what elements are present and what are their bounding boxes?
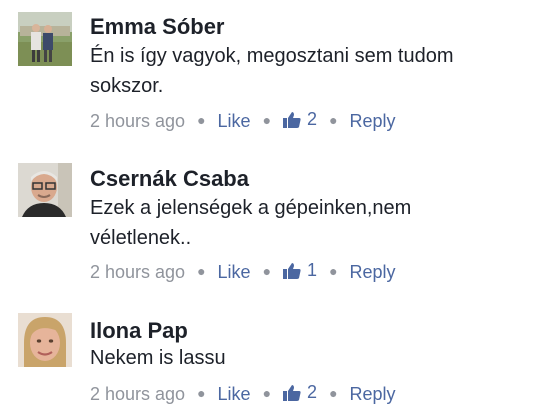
separator-dot: ● bbox=[329, 263, 338, 279]
comment-text: Én is így vagyok, megosztani sem tudom s… bbox=[90, 45, 454, 97]
separator-dot: ● bbox=[329, 385, 338, 401]
comment-author[interactable]: Emma Sóber bbox=[90, 14, 225, 40]
thumbs-up-icon bbox=[283, 263, 301, 279]
reply-button[interactable]: Reply bbox=[350, 262, 396, 282]
like-count[interactable]: 2 bbox=[283, 108, 317, 130]
timestamp[interactable]: 2 hours ago bbox=[90, 262, 185, 282]
like-button[interactable]: Like bbox=[218, 111, 251, 131]
comment-text: Nekem is lassu bbox=[90, 347, 226, 369]
like-button[interactable]: Like bbox=[218, 262, 251, 282]
like-count-value: 2 bbox=[307, 109, 318, 129]
comment-actions: 2 hours ago ● Like ● 2 ● Reply bbox=[90, 381, 396, 406]
like-count-value: 1 bbox=[307, 260, 318, 280]
separator-dot: ● bbox=[262, 263, 272, 279]
like-count-value: 2 bbox=[307, 382, 318, 402]
thumbs-up-icon bbox=[283, 385, 301, 401]
timestamp[interactable]: 2 hours ago bbox=[90, 111, 185, 131]
comment-actions: 2 hours ago ● Like ● 2 ● Reply bbox=[90, 108, 396, 133]
separator-dot: ● bbox=[262, 112, 272, 128]
comment-author[interactable]: Ilona Pap bbox=[90, 318, 188, 344]
timestamp[interactable]: 2 hours ago bbox=[90, 384, 185, 404]
reply-button[interactable]: Reply bbox=[350, 384, 396, 404]
thumbs-up-icon bbox=[283, 112, 301, 128]
reply-button[interactable]: Reply bbox=[350, 111, 396, 131]
like-button[interactable]: Like bbox=[218, 384, 251, 404]
comment-actions: 2 hours ago ● Like ● 1 ● Reply bbox=[90, 259, 396, 284]
comment-text: Ezek a jelenségek a gépeinken,nem véletl… bbox=[90, 197, 412, 249]
separator-dot: ● bbox=[197, 385, 206, 401]
comment-author[interactable]: Csernák Csaba bbox=[90, 166, 249, 192]
separator-dot: ● bbox=[197, 263, 206, 279]
avatar[interactable] bbox=[18, 12, 72, 66]
avatar[interactable] bbox=[18, 163, 72, 217]
like-count[interactable]: 2 bbox=[283, 381, 317, 403]
separator-dot: ● bbox=[329, 112, 338, 128]
avatar[interactable] bbox=[18, 313, 72, 367]
like-count[interactable]: 1 bbox=[283, 259, 317, 281]
separator-dot: ● bbox=[197, 112, 206, 128]
separator-dot: ● bbox=[262, 385, 272, 401]
